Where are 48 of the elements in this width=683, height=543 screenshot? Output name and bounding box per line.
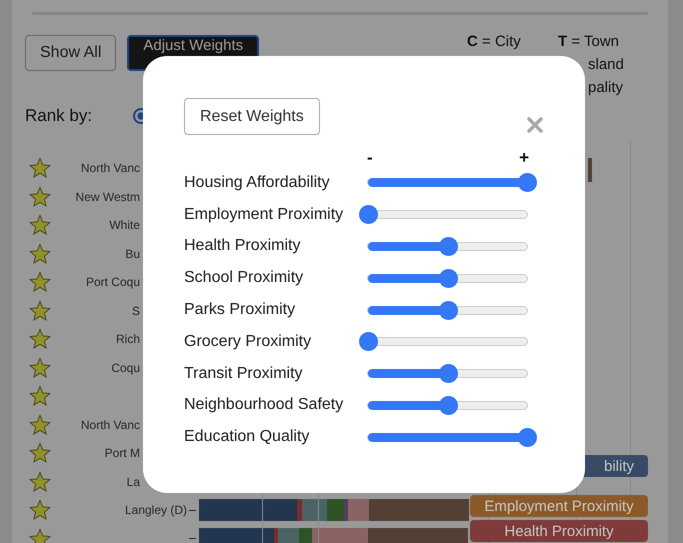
row-name: Langley (D) — [124, 503, 187, 518]
row-name: White — [108, 218, 140, 232]
star-icon — [29, 186, 51, 208]
row-name: S — [130, 304, 140, 318]
scale-max-label: + — [519, 149, 529, 167]
rank-by-label: Rank by: — [25, 106, 94, 126]
show-all-button[interactable]: Show All — [25, 35, 116, 71]
bar-segment — [588, 158, 592, 182]
row-name: North Vanc — [80, 161, 140, 176]
chart-legend-item: Health Proximity — [470, 520, 648, 542]
reset-weights-button[interactable]: Reset Weights — [184, 98, 320, 135]
star-icon — [29, 328, 51, 350]
row-name: North Vanc — [80, 418, 140, 432]
legend-text: T = Town — [558, 33, 620, 50]
star-icon — [29, 414, 51, 436]
star-icon — [29, 442, 51, 464]
row-name: Rich — [114, 332, 140, 346]
star-icon — [29, 470, 51, 493]
star-icon — [29, 528, 51, 543]
weight-label: Parks Proximity — [184, 301, 296, 320]
weight-label: Employment Proximity — [184, 206, 344, 224]
star-icon — [29, 300, 51, 322]
star-icon — [29, 242, 51, 265]
legend-text: C = City — [467, 33, 522, 50]
row-name: Coqu — [110, 360, 140, 375]
weight-label: School Proximity — [184, 269, 304, 288]
row-name: New Westm — [74, 190, 140, 204]
legend-text: pality — [587, 79, 624, 96]
legend-text: sland — [587, 56, 625, 73]
chart-legend-item: Employment Proximity — [470, 495, 648, 517]
scale-min-label: - — [367, 149, 373, 167]
star-icon — [29, 271, 51, 294]
star-icon — [29, 214, 51, 236]
star-icon — [29, 157, 51, 180]
weight-label: Neighbourhood Safety — [184, 396, 344, 414]
row-name: Port M — [104, 446, 140, 460]
row-name: Bu — [124, 246, 140, 261]
star-icon — [29, 356, 51, 379]
weight-label: Health Proximity — [184, 237, 302, 256]
weight-label: Housing Affordability — [184, 174, 331, 192]
close-icon[interactable] — [527, 117, 543, 133]
row-name: La — [126, 474, 140, 489]
star-icon — [29, 385, 51, 408]
weight-label: Grocery Proximity — [184, 332, 312, 351]
star-icon — [29, 499, 51, 522]
weight-label: Transit Proximity — [184, 364, 304, 383]
weight-label: Education Quality — [184, 428, 310, 446]
row-name: Port Coqu — [84, 275, 140, 290]
